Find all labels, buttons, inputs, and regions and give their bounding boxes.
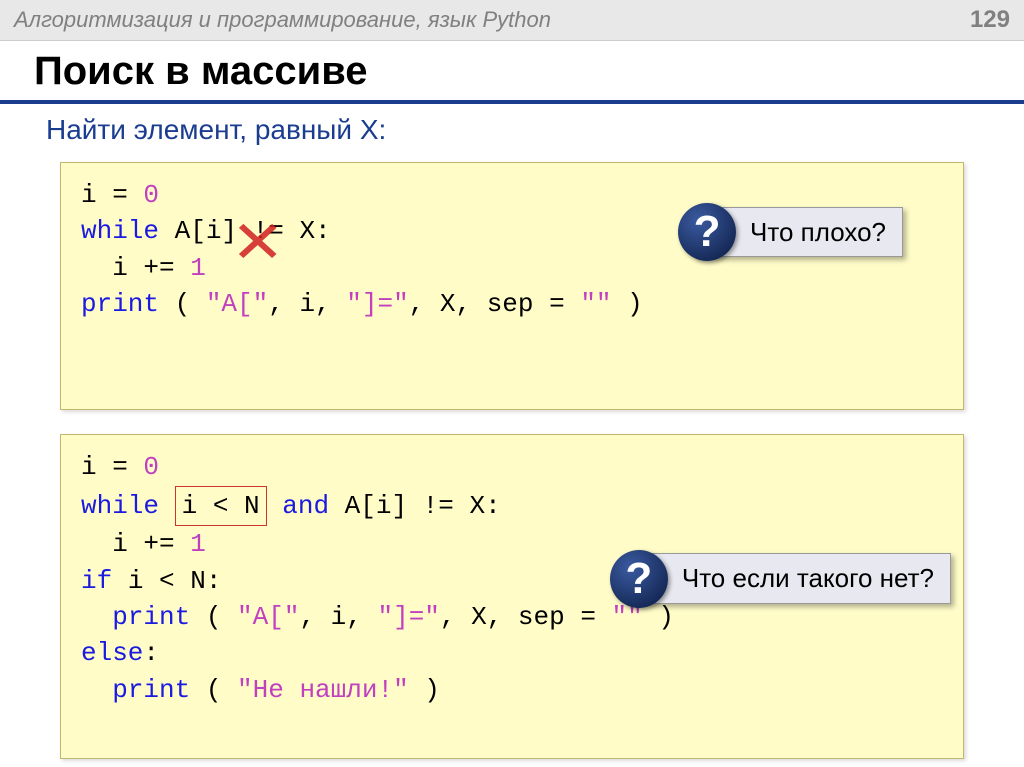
code-text: , X, sep = <box>440 602 612 632</box>
code-text <box>81 602 112 632</box>
code-string: "A[" <box>237 602 299 632</box>
code-string: "]=" <box>346 289 408 319</box>
callout-1: ? Что плохо? <box>695 207 903 257</box>
code-keyword: print <box>112 602 190 632</box>
question-icon: ? <box>610 550 668 608</box>
code-text: ( <box>159 289 206 319</box>
code-string: "Не нашли!" <box>237 675 409 705</box>
code-text: A[i] != X: <box>329 491 501 521</box>
code-keyword: and <box>282 491 329 521</box>
code-text: , i, <box>268 289 346 319</box>
code-number: 1 <box>190 529 206 559</box>
code-keyword: print <box>81 289 159 319</box>
code-text <box>159 491 175 521</box>
code-text: i = <box>81 180 143 210</box>
code-keyword: if <box>81 566 112 596</box>
code-string: "]=" <box>377 602 439 632</box>
callout-text: Что плохо? <box>750 214 886 250</box>
code-text: , i, <box>299 602 377 632</box>
callout-text: Что если такого нет? <box>682 560 934 596</box>
code-keyword: while <box>81 216 159 246</box>
code-text: ( <box>190 602 237 632</box>
main-title: Поиск в массиве <box>0 41 1024 104</box>
code-text: , X, sep = <box>409 289 581 319</box>
code-keyword: else <box>81 638 143 668</box>
code-block-2: i = 0 while i < N and A[i] != X: i += 1 … <box>60 434 964 759</box>
code-text: i < N: <box>112 566 221 596</box>
sub-title: Найти элемент, равный X: <box>0 114 1024 156</box>
page-number: 129 <box>970 6 1010 34</box>
question-icon: ? <box>678 203 736 261</box>
code-text: A[i] != X: <box>159 216 331 246</box>
code-string: "A[" <box>206 289 268 319</box>
code-block-1: i = 0 while A[i] != X: i += 1 print ( "A… <box>60 162 964 410</box>
code-number: 1 <box>190 253 206 283</box>
code-text <box>267 491 283 521</box>
header-bar: Алгоритмизация и программирование, язык … <box>0 0 1024 41</box>
highlight-box: i < N <box>175 486 267 526</box>
code-keyword: while <box>81 491 159 521</box>
header-title: Алгоритмизация и программирование, язык … <box>14 7 551 33</box>
code-text: i += <box>81 253 190 283</box>
code-text: ) <box>612 289 643 319</box>
code-text: i += <box>81 529 190 559</box>
code-number: 0 <box>143 180 159 210</box>
code-text: ) <box>409 675 440 705</box>
code-keyword: print <box>112 675 190 705</box>
code-number: 0 <box>143 452 159 482</box>
code-text: : <box>143 638 159 668</box>
code-text <box>81 675 112 705</box>
code-text: i = <box>81 452 143 482</box>
callout-2: ? Что если такого нет? <box>627 553 951 603</box>
code-string: "" <box>580 289 611 319</box>
code-text: ( <box>190 675 237 705</box>
